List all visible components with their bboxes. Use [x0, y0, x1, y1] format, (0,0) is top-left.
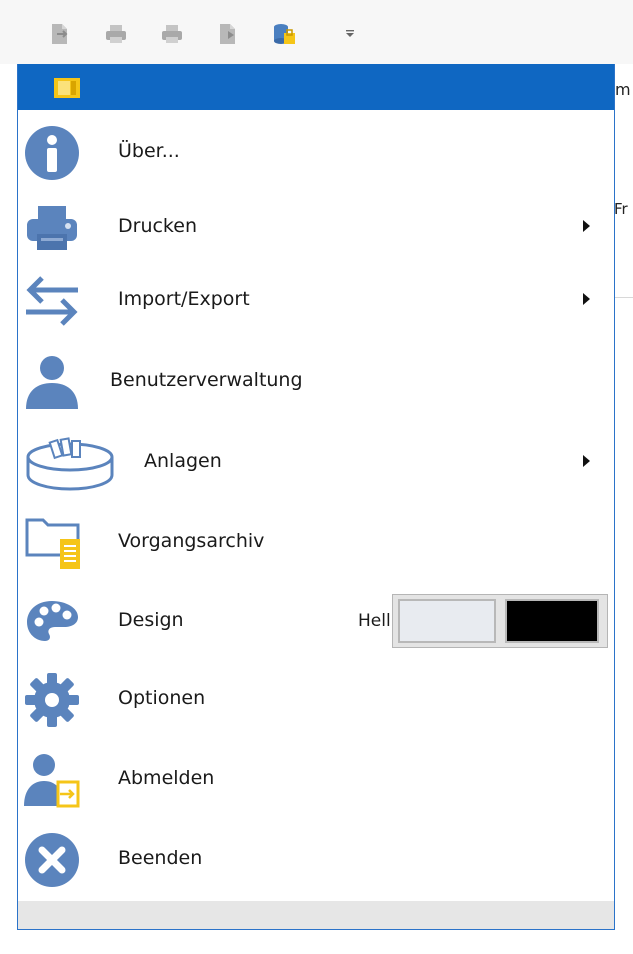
printer-icon[interactable] — [160, 22, 184, 46]
menu-item-label: Anlagen — [144, 450, 222, 472]
database-lock-icon[interactable] — [272, 22, 296, 46]
menu-item-design[interactable]: Design Hell — [18, 584, 614, 658]
import-export-icon — [24, 273, 80, 329]
theme-swatch-light[interactable] — [398, 599, 496, 643]
app-logo-icon[interactable] — [54, 78, 80, 98]
menu-item-label: Vorgangsarchiv — [118, 530, 265, 552]
menu-item-print[interactable]: Drucken — [18, 190, 614, 264]
menu-item-label: Abmelden — [118, 767, 215, 789]
menu-item-options[interactable]: Optionen — [18, 662, 614, 736]
menu-item-logout[interactable]: Abmelden — [18, 742, 614, 816]
menu-item-about[interactable]: Über... — [18, 115, 614, 189]
menu-footer — [18, 901, 614, 929]
submenu-arrow-icon — [583, 455, 590, 467]
menu-item-label: Benutzerverwaltung — [110, 369, 303, 391]
menu-item-process-archive[interactable]: Vorgangsarchiv — [18, 505, 614, 579]
user-icon — [24, 354, 80, 410]
close-circle-icon — [24, 832, 80, 888]
menu-item-label: Optionen — [118, 687, 206, 709]
menu-item-label: Drucken — [118, 215, 197, 237]
palette-icon — [24, 594, 80, 650]
printer-icon[interactable] — [104, 22, 128, 46]
application-menu: Über... Drucken Import/Export Benutzerve… — [17, 64, 615, 930]
document-arrow-icon[interactable] — [216, 22, 240, 46]
menu-header — [18, 64, 614, 110]
customize-dropdown-icon[interactable] — [342, 26, 358, 42]
info-icon — [24, 125, 80, 181]
document-exit-icon[interactable] — [48, 22, 72, 46]
submenu-arrow-icon — [583, 220, 590, 232]
quick-access-toolbar — [0, 0, 633, 64]
divider — [614, 297, 633, 298]
folder-archive-icon — [24, 515, 80, 571]
submenu-arrow-icon — [583, 293, 590, 305]
attachment-tray-icon — [26, 435, 116, 491]
theme-swatch-group — [392, 594, 608, 648]
background-text: m — [615, 80, 631, 99]
menu-item-label: Design — [118, 609, 184, 631]
menu-item-import-export[interactable]: Import/Export — [18, 263, 614, 337]
menu-item-label: Beenden — [118, 847, 203, 869]
background-text: Fr — [614, 200, 628, 218]
printer-icon — [24, 200, 80, 256]
menu-item-label: Über... — [118, 140, 180, 162]
menu-item-user-management[interactable]: Benutzerverwaltung — [18, 344, 614, 418]
menu-item-attachments[interactable]: Anlagen — [18, 425, 614, 499]
menu-item-label: Import/Export — [118, 288, 250, 310]
gear-icon — [24, 672, 80, 728]
logout-icon — [24, 752, 80, 808]
menu-item-exit[interactable]: Beenden — [18, 822, 614, 896]
theme-label: Hell — [358, 611, 391, 631]
theme-swatch-dark[interactable] — [505, 599, 599, 643]
